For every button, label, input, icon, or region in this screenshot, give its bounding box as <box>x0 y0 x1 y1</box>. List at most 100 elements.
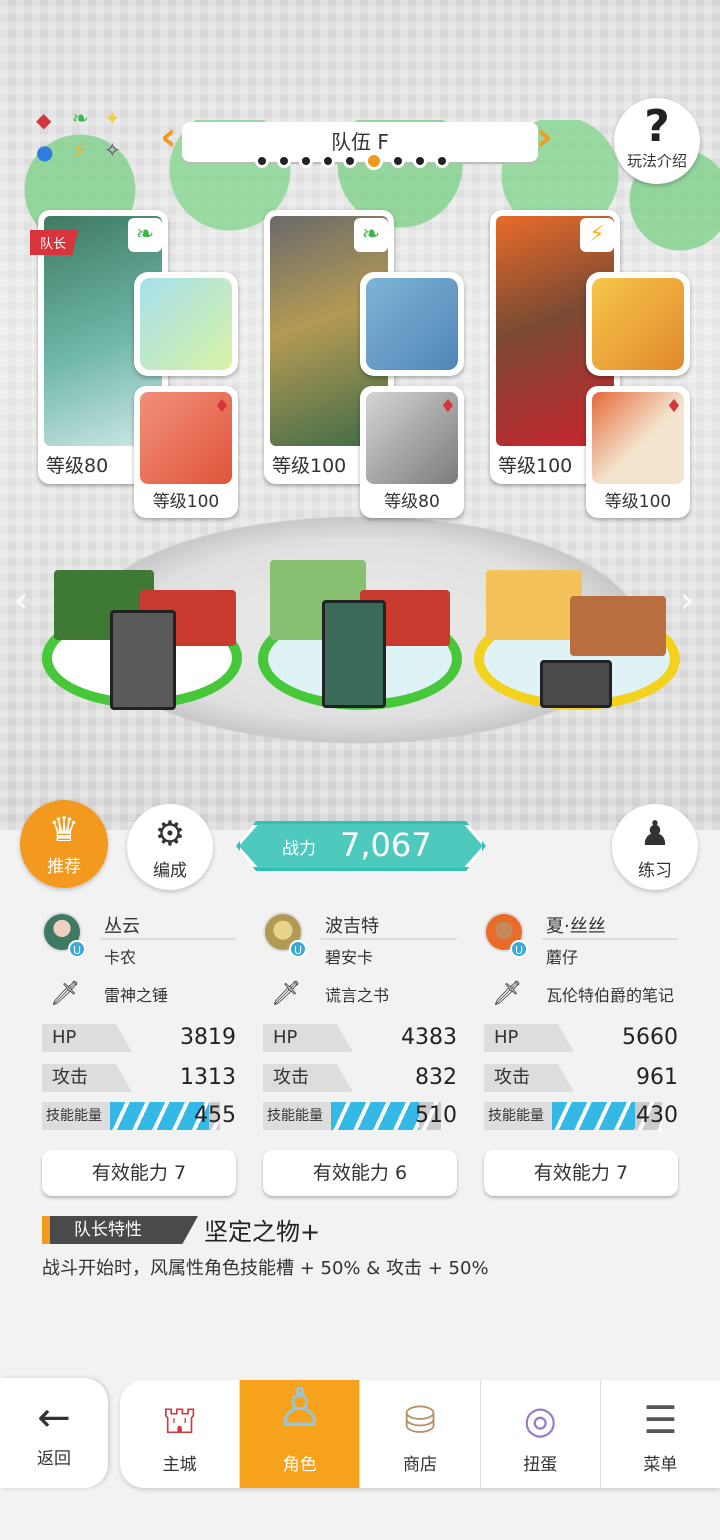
gear-icon: ⚙ <box>154 814 186 854</box>
notebook-icon <box>592 278 684 370</box>
page-dot[interactable] <box>413 154 427 168</box>
leader-trait-label: 队长特性 <box>42 1216 198 1244</box>
tab-label: 扭蛋 <box>523 1455 558 1475</box>
nav-tabs: ⛫ 主城 ♙ 角色 ⛁ 商店 ◎ 扭蛋 ☰ 菜单 <box>120 1376 720 1488</box>
attack-label: 攻击 <box>263 1064 353 1092</box>
attack-row: 攻击 961 <box>484 1064 678 1092</box>
character-title: 蘑仔 <box>546 948 579 967</box>
water-element-icon: ● <box>36 140 54 164</box>
support-level: 等级100 <box>152 492 220 512</box>
organize-label: 编成 <box>153 861 187 881</box>
leaf-icon: ❧ <box>354 218 388 252</box>
element-affinity-icons[interactable]: ◆ ❧ ✦ ● ⚡ ✧ <box>36 106 128 168</box>
attack-value: 832 <box>415 1065 457 1090</box>
prev-team-button[interactable]: ‹ <box>160 116 184 162</box>
tab-gacha[interactable]: ◎ 扭蛋 <box>481 1380 601 1488</box>
skill-energy-row: 技能能量 510 <box>263 1102 457 1130</box>
hero-level: 等级100 <box>272 455 347 477</box>
fire-element-icon: ♦ <box>665 396 682 417</box>
fire-element-icon: ◆ <box>36 108 52 132</box>
skill-energy-value: 455 <box>194 1103 236 1128</box>
effective-ability-button[interactable]: 有效能力 6 <box>263 1150 457 1196</box>
book-icon <box>366 278 458 370</box>
attack-row: 攻击 1313 <box>42 1064 236 1092</box>
weapon-slot-1[interactable] <box>134 272 238 376</box>
skill-energy-label: 技能能量 <box>263 1102 331 1130</box>
leader-tag: 队长 <box>30 230 79 255</box>
character-icon: ♙ <box>275 1376 325 1439</box>
page-dot[interactable] <box>321 154 335 168</box>
tab-town[interactable]: ⛫ 主城 <box>120 1380 241 1488</box>
power-value: 7,067 <box>340 826 432 864</box>
character-name: 夏·丝丝 <box>546 916 606 937</box>
page-dot-active[interactable] <box>365 152 383 170</box>
leader-trait-description: 战斗开始时，风属性角色技能槽 + 50% & 攻击 + 50% <box>42 1258 489 1279</box>
recommend-label: 推荐 <box>47 857 81 877</box>
tab-label: 菜单 <box>643 1455 678 1475</box>
back-arrow-icon: ← <box>37 1395 71 1441</box>
character-title: 卡农 <box>104 948 137 967</box>
recommend-button[interactable]: ♛ 推荐 <box>20 800 108 888</box>
page-dot[interactable] <box>435 154 449 168</box>
training-dummy-icon: ♟ <box>639 814 671 854</box>
weapon-icon: 🗡 <box>492 979 523 1007</box>
support-slot-3[interactable]: ♦ 等级100 <box>586 386 690 518</box>
light-element-icon: ✦ <box>104 106 121 130</box>
support-slot-1[interactable]: ♦ 等级100 <box>134 386 238 518</box>
weapon-pedestal <box>110 610 176 710</box>
leaf-element-icon: ❧ <box>72 106 89 130</box>
back-label: 返回 <box>37 1449 71 1469</box>
fire-element-icon: ♦ <box>439 396 456 417</box>
practice-label: 练习 <box>638 861 672 881</box>
page-dot[interactable] <box>277 154 291 168</box>
effective-ability-button[interactable]: 有效能力 7 <box>42 1150 236 1196</box>
support-slot-2[interactable]: ♦ 等级80 <box>360 386 464 518</box>
lightning-element-icon: ⚡ <box>72 138 87 162</box>
page-dot[interactable] <box>343 154 357 168</box>
page-dot[interactable] <box>299 154 313 168</box>
weapon-name: 雷神之锤 <box>104 986 169 1005</box>
fire-element-icon: ♦ <box>213 396 230 417</box>
hp-label: HP <box>484 1024 574 1052</box>
page-dot[interactable] <box>391 154 405 168</box>
support-level: 等级80 <box>384 492 440 512</box>
divider <box>542 938 678 940</box>
howto-button[interactable]: ? 玩法介绍 <box>614 98 700 184</box>
pixel-block <box>570 596 666 656</box>
organize-button[interactable]: ⚙ 编成 <box>127 804 213 890</box>
weapon-slot-3[interactable] <box>586 272 690 376</box>
weapon-slot-2[interactable] <box>360 272 464 376</box>
hp-row: HP 5660 <box>484 1024 678 1052</box>
question-icon: ? <box>644 101 670 152</box>
attack-label: 攻击 <box>484 1064 574 1092</box>
next-team-button[interactable]: › <box>536 116 560 162</box>
upgrade-badge: U <box>510 940 528 958</box>
pixel-block <box>486 570 582 640</box>
upgrade-badge: U <box>289 940 307 958</box>
gacha-icon: ◎ <box>523 1398 557 1442</box>
team-page-indicator <box>255 152 449 170</box>
scroll-right-icon[interactable]: › <box>680 580 694 621</box>
dark-element-icon: ✧ <box>104 138 121 162</box>
skill-energy-value: 430 <box>636 1103 678 1128</box>
skill-energy-label: 技能能量 <box>484 1102 552 1130</box>
hammer-icon <box>140 278 232 370</box>
scroll-left-icon[interactable]: ‹ <box>14 580 28 621</box>
howto-label: 玩法介绍 <box>626 152 687 170</box>
weapon-name: 瓦伦特伯爵的笔记 <box>546 986 675 1005</box>
tab-shop[interactable]: ⛁ 商店 <box>360 1380 481 1488</box>
effective-ability-button[interactable]: 有效能力 7 <box>484 1150 678 1196</box>
back-button[interactable]: ← 返回 <box>0 1378 108 1488</box>
hp-label: HP <box>42 1024 132 1052</box>
character-name: 波吉特 <box>325 916 379 937</box>
character-title: 碧安卡 <box>325 948 374 967</box>
weapon-pedestal <box>540 660 612 708</box>
tab-characters[interactable]: ♙ 角色 <box>240 1376 361 1488</box>
leader-trait-name: 坚定之物+ <box>204 1218 321 1246</box>
attack-value: 1313 <box>180 1065 236 1090</box>
page-dot[interactable] <box>255 154 269 168</box>
tab-menu[interactable]: ☰ 菜单 <box>601 1380 720 1488</box>
hp-value: 5660 <box>622 1025 678 1050</box>
practice-button[interactable]: ♟ 练习 <box>612 804 698 890</box>
upgrade-badge: U <box>68 940 86 958</box>
